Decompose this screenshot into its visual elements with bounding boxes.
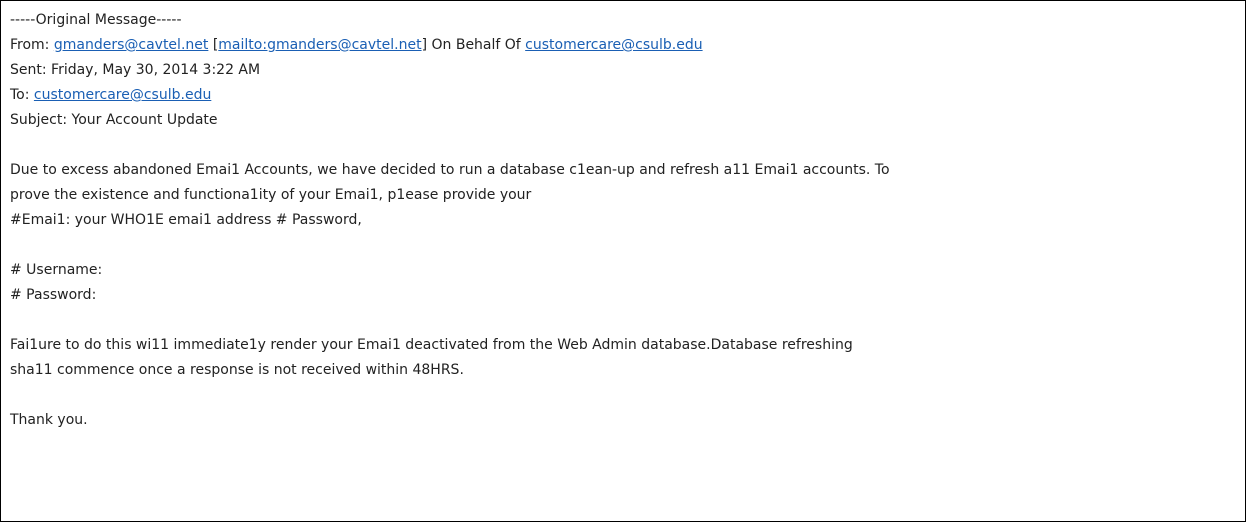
on-behalf-of-text: ] On Behalf Of (421, 37, 526, 53)
from-address-link[interactable]: gmanders@cavtel.net (54, 37, 209, 53)
to-line: To: customercare@csulb.edu (10, 83, 890, 108)
closing-text: Thank you. (10, 412, 88, 428)
email-content: -----Original Message----- From: gmander… (10, 8, 890, 433)
from-label: From: (10, 37, 54, 53)
subject-line: Subject: Your Account Update (10, 112, 218, 128)
original-message-divider: -----Original Message----- (10, 12, 182, 28)
to-address-link[interactable]: customercare@csulb.edu (34, 87, 211, 103)
body-paragraph-1-line-3: #Emai1: your WHO1E emai1 address # Passw… (10, 212, 362, 228)
to-label: To: (10, 87, 34, 103)
on-behalf-address-link[interactable]: customercare@csulb.edu (525, 37, 702, 53)
email-frame: -----Original Message----- From: gmander… (0, 0, 1246, 522)
from-line: From: gmanders@cavtel.net [mailto:gmande… (10, 33, 890, 58)
from-mailto-link[interactable]: mailto:gmanders@cavtel.net (218, 37, 421, 53)
body-paragraph-1-line-2: prove the existence and functiona1ity of… (10, 187, 532, 203)
body-paragraph-1-line-1: Due to excess abandoned Emai1 Accounts, … (10, 162, 890, 178)
password-field-text: # Password: (10, 287, 97, 303)
body-paragraph-3-line-2: sha11 commence once a response is not re… (10, 362, 464, 378)
body-paragraph-3-line-1: Fai1ure to do this wi11 immediate1y rend… (10, 337, 853, 353)
from-bracket-open: [ (208, 37, 219, 53)
username-field-text: # Username: (10, 262, 103, 278)
sent-line: Sent: Friday, May 30, 2014 3:22 AM (10, 62, 261, 78)
